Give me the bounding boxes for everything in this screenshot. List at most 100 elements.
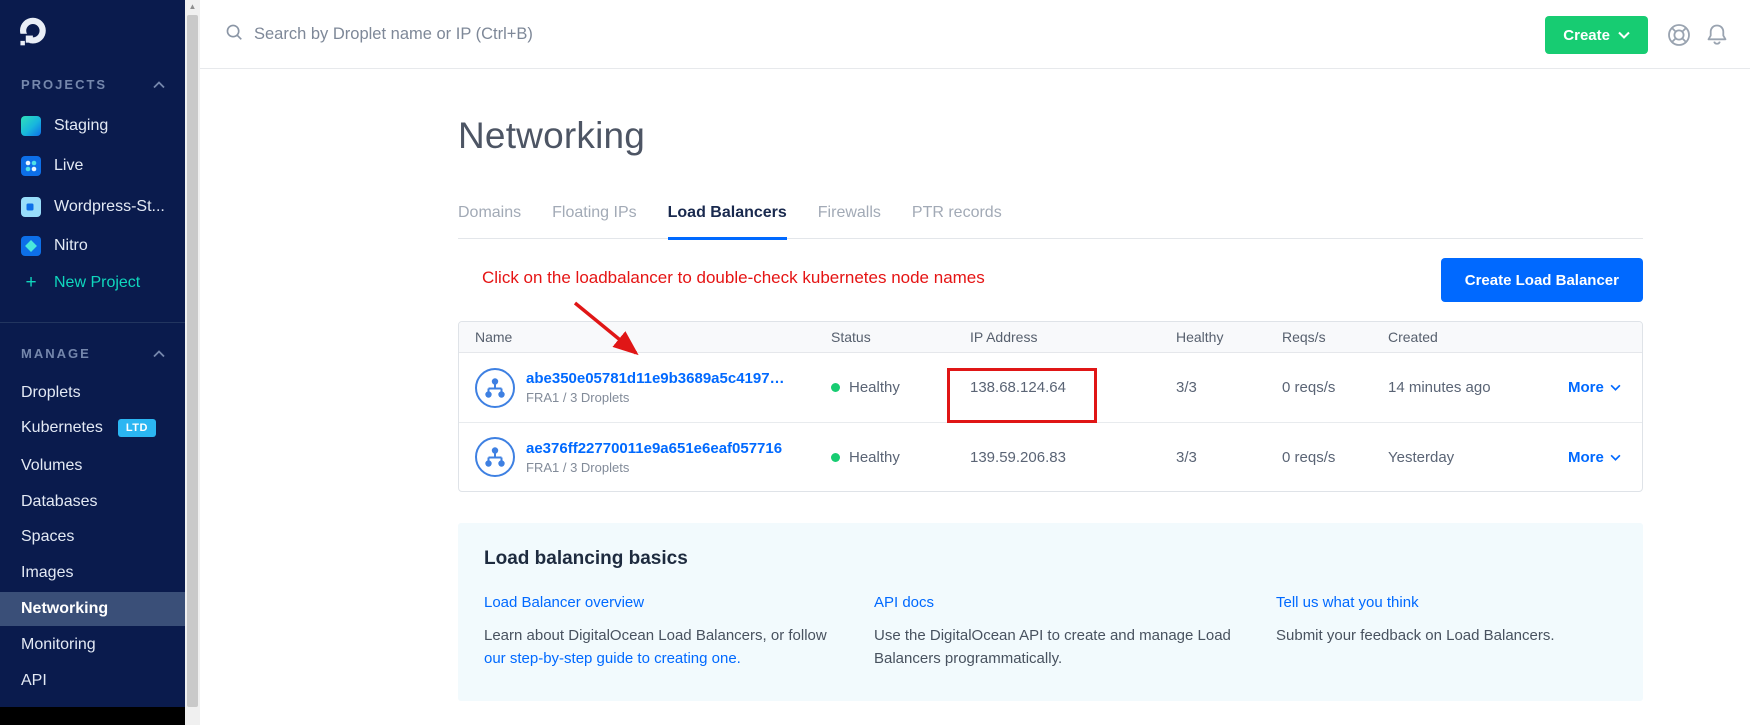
sidebar-item-volumes[interactable]: Volumes — [0, 449, 185, 483]
project-live-icon — [21, 156, 41, 176]
healthy-count: 3/3 — [1176, 379, 1282, 396]
sidebar-item-networking[interactable]: Networking — [0, 592, 185, 626]
chevron-down-icon — [1610, 384, 1621, 391]
search-icon — [224, 22, 244, 47]
tab-ptr-records[interactable]: PTR records — [912, 204, 1002, 238]
basics-column-api: API docs Use the DigitalOcean API to cre… — [874, 594, 1264, 671]
projects-section-header[interactable]: PROJECTS — [0, 67, 185, 101]
sidebar-item-api[interactable]: API — [0, 664, 185, 698]
sidebar-item-kubernetes[interactable]: Kubernetes LTD — [0, 411, 185, 445]
search-input[interactable] — [254, 25, 734, 44]
sidebar-item-label: Volumes — [21, 457, 82, 475]
tab-domains[interactable]: Domains — [458, 204, 521, 238]
healthy-status-dot — [831, 453, 840, 462]
column-header-created: Created — [1388, 329, 1568, 345]
sidebar-item-databases[interactable]: Databases — [0, 485, 185, 519]
bottom-black-strip — [0, 707, 185, 725]
chevron-up-icon — [153, 77, 165, 92]
sidebar-scrollbar[interactable]: ▲ — [185, 0, 200, 725]
load-balancer-overview-link[interactable]: Load Balancer overview — [484, 594, 644, 611]
status-label: Healthy — [849, 449, 900, 466]
sidebar-item-images[interactable]: Images — [0, 556, 185, 590]
new-project-label: New Project — [54, 274, 140, 292]
sidebar: PROJECTS Staging Live Wordpress-St... Ni… — [0, 0, 185, 725]
sidebar-item-label: Wordpress-St... — [54, 198, 165, 216]
basics-text: Learn about DigitalOcean Load Balancers,… — [484, 627, 827, 644]
created-value: Yesterday — [1388, 449, 1568, 466]
chevron-down-icon — [1610, 454, 1621, 461]
table-row: abe350e05781d11e9b3689a5c4197… FRA1 / 3 … — [459, 353, 1642, 422]
new-project-button[interactable]: + New Project — [0, 266, 185, 300]
tell-us-link[interactable]: Tell us what you think — [1276, 594, 1419, 611]
page-title: Networking — [458, 115, 1643, 157]
column-header-ip: IP Address — [970, 329, 1176, 345]
sidebar-item-staging[interactable]: Staging — [0, 109, 185, 143]
sidebar-item-label: Nitro — [54, 237, 88, 255]
sidebar-item-wordpress[interactable]: Wordpress-St... — [0, 190, 185, 224]
basics-column-overview: Load Balancer overview Learn about Digit… — [484, 594, 862, 671]
column-header-healthy: Healthy — [1176, 329, 1282, 345]
ltd-badge: LTD — [118, 419, 156, 437]
networking-page: Networking Domains Floating IPs Load Bal… — [458, 69, 1643, 701]
project-staging-icon — [21, 116, 41, 136]
basics-text: Use the DigitalOcean API to create and m… — [874, 624, 1234, 671]
sidebar-item-label: Networking — [21, 600, 108, 618]
digitalocean-logo-icon[interactable] — [16, 16, 48, 53]
step-by-step-guide-link[interactable]: our step-by-step guide to creating one. — [484, 647, 844, 670]
create-button-label: Create — [1563, 27, 1610, 44]
scrollbar-thumb[interactable] — [187, 15, 198, 707]
sidebar-item-nitro[interactable]: Nitro — [0, 229, 185, 263]
sidebar-item-droplets[interactable]: Droplets — [0, 376, 185, 410]
column-header-status: Status — [831, 329, 970, 345]
load-balancer-name-link[interactable]: ae376ff22770011e9a651e6eaf057716 — [526, 440, 782, 457]
reqs-value: 0 reqs/s — [1282, 449, 1388, 466]
more-menu-button[interactable]: More — [1568, 449, 1642, 466]
column-header-name: Name — [459, 329, 831, 345]
help-lifering-icon[interactable] — [1666, 22, 1692, 53]
load-balancer-table: Name Status IP Address Healthy Reqs/s Cr… — [458, 321, 1643, 492]
status-label: Healthy — [849, 379, 900, 396]
plus-icon: + — [21, 272, 41, 294]
sidebar-item-label: Databases — [21, 493, 98, 511]
load-balancer-name-link[interactable]: abe350e05781d11e9b3689a5c4197… — [526, 370, 785, 387]
sidebar-item-label: Spaces — [21, 528, 74, 546]
tab-bar: Domains Floating IPs Load Balancers Fire… — [458, 204, 1643, 239]
basics-title: Load balancing basics — [484, 548, 1617, 570]
load-balancer-region: FRA1 / 3 Droplets — [526, 390, 785, 405]
sidebar-divider — [0, 322, 185, 323]
load-balancer-icon — [475, 368, 515, 408]
sidebar-item-label: Live — [54, 157, 83, 175]
ip-address-value: 138.68.124.64 — [970, 379, 1176, 396]
sidebar-item-label: Droplets — [21, 384, 81, 402]
sidebar-item-label: Monitoring — [21, 636, 96, 654]
healthy-count: 3/3 — [1176, 449, 1282, 466]
project-wordpress-icon — [21, 197, 41, 217]
project-nitro-icon — [21, 236, 41, 256]
sidebar-item-live[interactable]: Live — [0, 149, 185, 183]
tab-load-balancers[interactable]: Load Balancers — [668, 204, 787, 240]
more-menu-button[interactable]: More — [1568, 379, 1642, 396]
chevron-up-icon — [153, 346, 165, 361]
annotation-note: Click on the loadbalancer to double-chec… — [482, 268, 985, 288]
notifications-bell-icon[interactable] — [1704, 22, 1730, 53]
created-value: 14 minutes ago — [1388, 379, 1568, 396]
sidebar-item-spaces[interactable]: Spaces — [0, 520, 185, 554]
more-label: More — [1568, 449, 1604, 466]
sidebar-item-monitoring[interactable]: Monitoring — [0, 628, 185, 662]
tab-firewalls[interactable]: Firewalls — [818, 204, 881, 238]
manage-section-header[interactable]: MANAGE — [0, 336, 185, 370]
more-label: More — [1568, 379, 1604, 396]
load-balancer-region: FRA1 / 3 Droplets — [526, 460, 782, 475]
tab-floating-ips[interactable]: Floating IPs — [552, 204, 636, 238]
load-balancing-basics-panel: Load balancing basics Load Balancer over… — [458, 523, 1643, 701]
scrollbar-up-arrow-icon[interactable]: ▲ — [185, 2, 200, 11]
sidebar-item-label: API — [21, 672, 47, 690]
healthy-status-dot — [831, 383, 840, 392]
create-button[interactable]: Create — [1545, 16, 1648, 54]
sidebar-item-label: Staging — [54, 117, 108, 135]
table-header-row: Name Status IP Address Healthy Reqs/s Cr… — [459, 322, 1642, 353]
table-row: ae376ff22770011e9a651e6eaf057716 FRA1 / … — [459, 422, 1642, 491]
create-load-balancer-button[interactable]: Create Load Balancer — [1441, 258, 1643, 302]
load-balancer-icon — [475, 437, 515, 477]
api-docs-link[interactable]: API docs — [874, 594, 934, 611]
